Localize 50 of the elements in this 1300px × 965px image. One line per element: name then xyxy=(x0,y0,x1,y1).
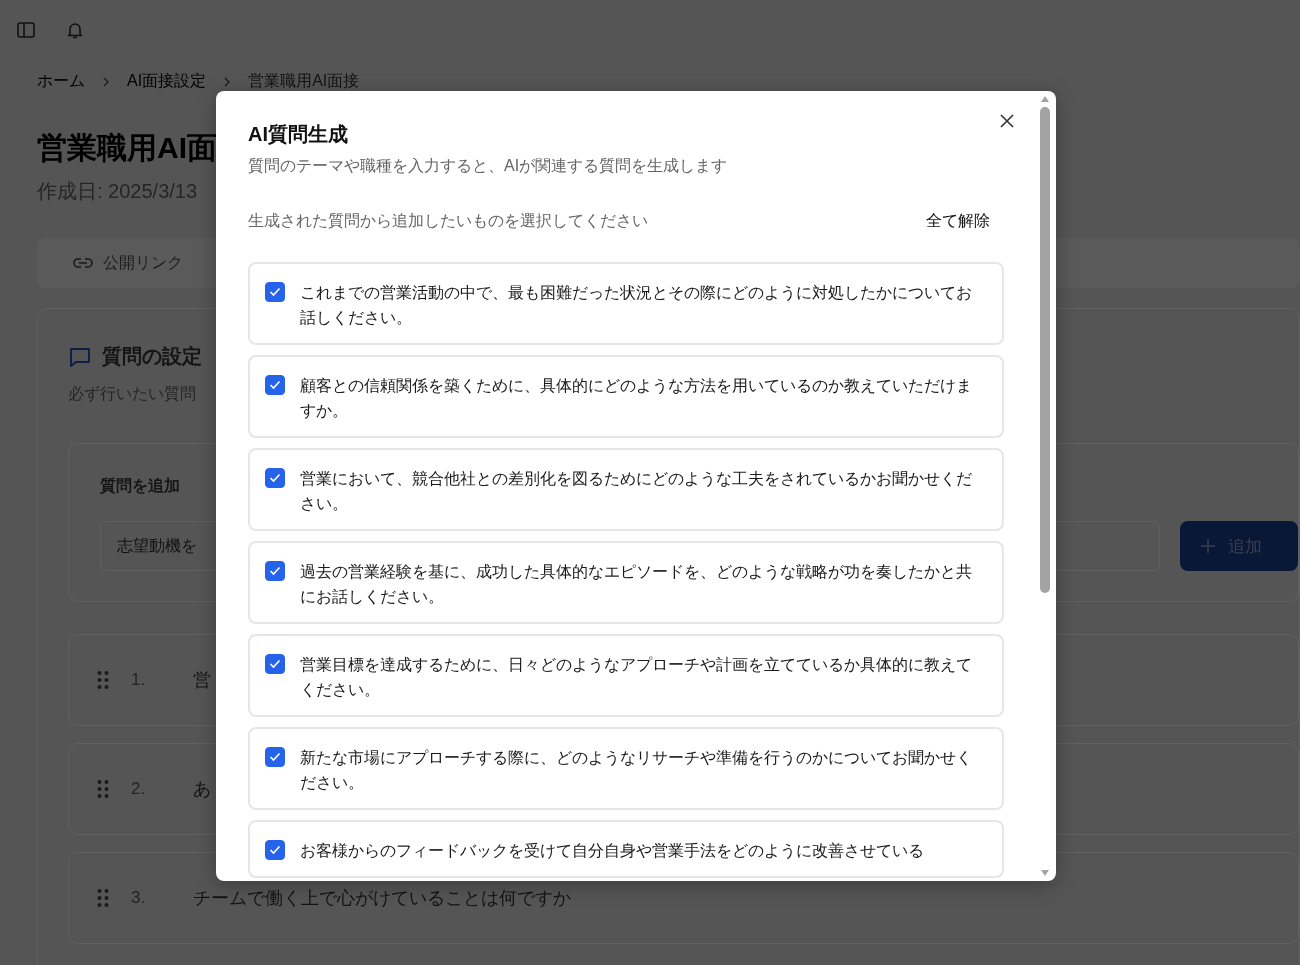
bell-icon[interactable] xyxy=(65,20,85,40)
chat-bubble-icon xyxy=(68,345,92,368)
question-option-text: お客様からのフィードバックを受けて自分自身や営業手法をどのように改善させている xyxy=(300,841,924,861)
instruction-text: 生成された質問から追加したいものを選択してください xyxy=(248,211,648,231)
page-title: 営業職用AI面 xyxy=(37,130,217,166)
checkmark-icon xyxy=(269,566,281,576)
add-question-label: 質問を追加 xyxy=(100,476,180,496)
question-option-card[interactable]: お客様からのフィードバックを受けて自分自身や営業手法をどのように改善させている xyxy=(248,820,1004,878)
question-option-card[interactable]: 過去の営業経験を基に、成功した具体的なエピソードを、どのような戦略が功を奏したかと共にお話しください。 xyxy=(248,541,1004,624)
question-option-card[interactable]: 顧客との信頼関係を築くために、具体的にどのような方法を用いているのか教えていただけますか。 xyxy=(248,355,1004,438)
question-option-text: 過去の営業経験を基に、成功した具体的なエピソードを、どのような戦略が功を奏したかと共にお話しください。 xyxy=(300,562,973,607)
question-text: あ xyxy=(193,778,211,801)
checkmark-icon xyxy=(269,752,281,762)
question-option-text: これまでの営業活動の中で、最も困難だった状況とその際にどのように対処したかについてお話しください。 xyxy=(300,283,973,328)
checkmark-icon xyxy=(269,845,281,855)
question-text: 営 xyxy=(193,669,211,692)
question-option-card[interactable]: これまでの営業活動の中で、最も困難だった状況とその際にどのように対処したかについてお話しください。 xyxy=(248,262,1004,345)
checkbox[interactable] xyxy=(265,840,285,860)
link-icon xyxy=(73,256,93,270)
breadcrumb-item: 営業職用AI面接 xyxy=(248,71,360,91)
plus-icon xyxy=(1199,538,1216,554)
checkmark-icon xyxy=(269,380,281,390)
sidebar-toggle-icon[interactable] xyxy=(16,20,36,40)
checkbox[interactable] xyxy=(265,375,285,395)
scrollbar-thumb[interactable] xyxy=(1040,107,1050,593)
modal-description: 質問のテーマや職種を入力すると、AIが関連する質問を生成します xyxy=(248,156,729,176)
question-option-card[interactable]: 新たな市場にアプローチする際に、どのようなリサーチや準備を行うのかについてお聞かせください。 xyxy=(248,727,1004,810)
question-option-card[interactable]: 営業目標を達成するために、日々どのようなアプローチや計画を立てているか具体的に教えてください。 xyxy=(248,634,1004,717)
close-icon[interactable] xyxy=(1000,114,1014,128)
checkmark-icon xyxy=(269,659,281,669)
checkbox[interactable] xyxy=(265,468,285,488)
question-option-text: 顧客との信頼関係を築くために、具体的にどのような方法を用いているのか教えていただけますか。 xyxy=(300,376,973,421)
question-option-text: 新たな市場にアプローチする際に、どのようなリサーチや準備を行うのかについてお聞かせください。 xyxy=(300,748,973,793)
question-text: チームで働く上で心がけていることは何ですか xyxy=(193,887,571,910)
checkmark-icon xyxy=(269,473,281,483)
checkmark-icon xyxy=(269,287,281,297)
question-option-text: 営業目標を達成するために、日々どのようなアプローチや計画を立てているか具体的に教えてください。 xyxy=(300,655,973,700)
checkbox[interactable] xyxy=(265,654,285,674)
checkbox[interactable] xyxy=(265,561,285,581)
section-title: 質問の設定 xyxy=(102,344,202,369)
checkbox[interactable] xyxy=(265,747,285,767)
checkbox[interactable] xyxy=(265,282,285,302)
clear-all-button[interactable]: 全て解除 xyxy=(926,211,990,232)
drag-handle-icon[interactable] xyxy=(97,670,109,690)
drag-handle-icon[interactable] xyxy=(97,779,109,799)
drag-handle-icon[interactable] xyxy=(97,888,109,908)
question-option-card[interactable]: 営業において、競合他社との差別化を図るためにどのような工夫をされているかお聞かせください。 xyxy=(248,448,1004,531)
question-option-text: 営業において、競合他社との差別化を図るためにどのような工夫をされているかお聞かせください。 xyxy=(300,469,973,514)
chevron-right-icon xyxy=(101,75,111,88)
modal-title: AI質問生成 xyxy=(248,122,349,147)
